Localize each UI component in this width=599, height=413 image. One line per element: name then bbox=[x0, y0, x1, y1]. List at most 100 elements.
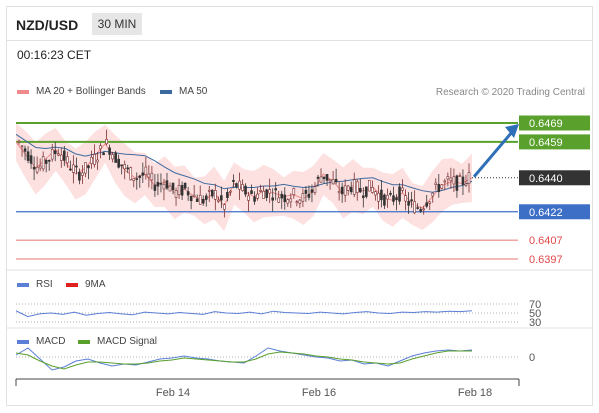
candle-body bbox=[183, 182, 187, 189]
candle-body bbox=[123, 164, 127, 170]
candle-body bbox=[195, 198, 199, 202]
candle-body bbox=[210, 189, 214, 197]
candle-body bbox=[349, 187, 353, 193]
candle-body bbox=[310, 189, 314, 193]
candle-body bbox=[156, 181, 160, 187]
candle-body bbox=[343, 185, 347, 196]
candle-body bbox=[72, 164, 75, 173]
candle-body bbox=[316, 176, 320, 179]
candle-body bbox=[189, 195, 193, 202]
candle-body bbox=[283, 194, 287, 203]
candle-body bbox=[304, 189, 308, 194]
candle-body bbox=[217, 199, 220, 202]
candle-body bbox=[84, 162, 87, 174]
candle-body bbox=[147, 173, 151, 178]
candle-body bbox=[105, 139, 108, 145]
candle-body bbox=[235, 183, 238, 188]
candle-body bbox=[90, 156, 93, 164]
rsi-line bbox=[15, 310, 473, 318]
candle-body bbox=[226, 191, 229, 198]
candle-body bbox=[262, 190, 265, 199]
level-label-0.6422: 0.6422 bbox=[529, 207, 563, 219]
candle-body bbox=[289, 198, 293, 203]
candle-body bbox=[395, 197, 398, 201]
candle-body bbox=[419, 209, 422, 212]
candle-body bbox=[29, 155, 33, 164]
candle-body bbox=[99, 145, 102, 150]
candle-body bbox=[389, 192, 392, 195]
candle-body bbox=[322, 176, 326, 179]
candle-body bbox=[377, 192, 380, 202]
candle-body bbox=[207, 189, 211, 192]
candle-body bbox=[346, 185, 350, 191]
candle-body bbox=[126, 167, 130, 170]
candle-body bbox=[368, 180, 371, 192]
chart-svg: 0.64690.64590.64400.64220.64070.63977050… bbox=[7, 115, 592, 399]
candle-body bbox=[331, 179, 335, 185]
candle-body bbox=[374, 191, 377, 196]
candle-body bbox=[446, 176, 450, 180]
candle-body bbox=[301, 193, 305, 202]
candle-body bbox=[75, 165, 78, 168]
candle-body bbox=[144, 166, 148, 176]
candle-body bbox=[153, 184, 157, 191]
x-tick-label-Feb-16: Feb 16 bbox=[302, 387, 336, 399]
candle-body bbox=[458, 175, 462, 178]
candle-body bbox=[223, 204, 226, 210]
candle-body bbox=[180, 185, 184, 196]
bollinger-band bbox=[16, 123, 472, 232]
candle-body bbox=[102, 152, 105, 156]
candle-body bbox=[265, 189, 268, 198]
candle-body bbox=[292, 188, 296, 196]
candle-body bbox=[204, 195, 208, 200]
candle-body bbox=[87, 165, 90, 169]
candle-body bbox=[56, 153, 60, 156]
candle-body bbox=[78, 171, 81, 181]
candle-body bbox=[358, 188, 362, 193]
candle-body bbox=[455, 175, 459, 191]
candle-body bbox=[20, 145, 24, 148]
candle-body bbox=[383, 194, 386, 206]
candle-body bbox=[214, 190, 217, 200]
candle-body bbox=[398, 186, 401, 202]
candle-body bbox=[355, 181, 359, 193]
macd-line bbox=[15, 347, 473, 371]
level-label-0.6459: 0.6459 bbox=[529, 137, 563, 149]
candle-body bbox=[268, 189, 271, 194]
candle-body bbox=[434, 182, 438, 185]
candle-body bbox=[407, 201, 410, 206]
candle-body bbox=[428, 201, 432, 204]
candle-body bbox=[259, 189, 262, 192]
candle-body bbox=[401, 187, 404, 191]
candle-body bbox=[352, 179, 356, 195]
candle-body bbox=[380, 189, 383, 201]
candle-body bbox=[452, 176, 456, 185]
candle-body bbox=[159, 183, 163, 185]
level-label-0.6407: 0.6407 bbox=[529, 235, 563, 247]
candle-body bbox=[23, 148, 27, 152]
candle-body bbox=[168, 185, 172, 192]
level-label-0.6440: 0.6440 bbox=[529, 173, 563, 185]
candle-body bbox=[44, 159, 48, 164]
candle-body bbox=[425, 202, 429, 207]
candle-body bbox=[171, 182, 175, 191]
rsi-tick-30: 30 bbox=[529, 317, 541, 329]
candle-body bbox=[274, 188, 278, 191]
candle-body bbox=[186, 191, 190, 196]
candle-body bbox=[81, 172, 84, 176]
candle-body bbox=[340, 186, 344, 195]
candle-body bbox=[138, 175, 142, 178]
candle-body bbox=[247, 195, 250, 201]
candle-body bbox=[135, 178, 139, 180]
candle-body bbox=[114, 152, 117, 163]
candle-body bbox=[69, 168, 72, 171]
candle-body bbox=[286, 199, 290, 204]
candle-body bbox=[410, 199, 413, 202]
candle-body bbox=[129, 167, 133, 181]
candle-body bbox=[319, 176, 323, 183]
candle-body bbox=[461, 176, 465, 185]
candle-body bbox=[111, 154, 114, 160]
candle-body bbox=[464, 183, 468, 186]
candle-body bbox=[229, 190, 232, 193]
candle-body bbox=[26, 151, 30, 161]
